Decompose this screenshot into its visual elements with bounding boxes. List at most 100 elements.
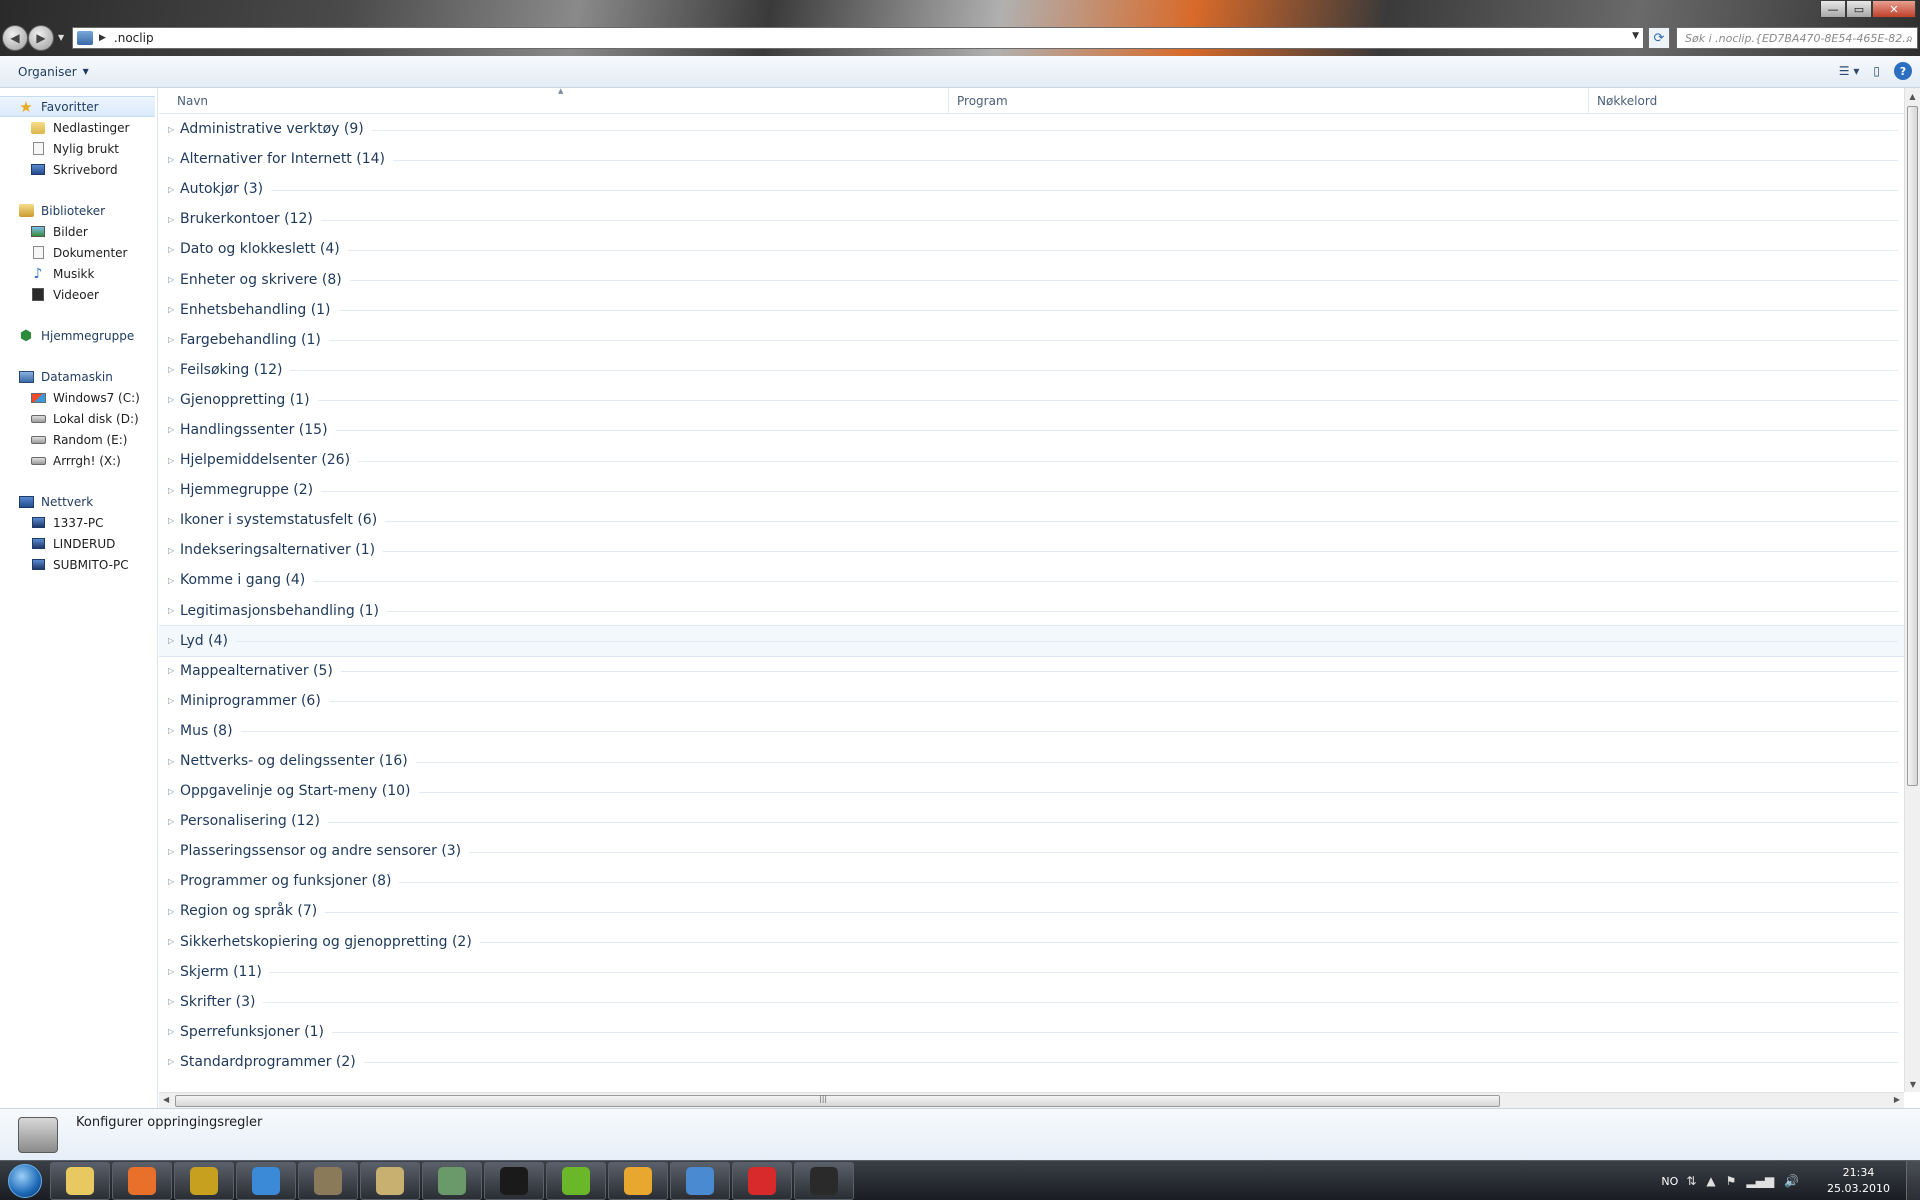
taskbar-app-media[interactable] — [298, 1161, 358, 1200]
sidebar-item-homegroup[interactable]: ⬢ Hjemmegruppe — [0, 325, 157, 346]
close-button[interactable]: ✕ — [1872, 0, 1916, 18]
group-row[interactable]: ▷ Skrifter (3) — [159, 987, 1904, 1017]
address-dropdown-icon[interactable]: ▼ — [1632, 31, 1639, 41]
group-row[interactable]: ▷ Hjemmegruppe (2) — [159, 475, 1904, 505]
forward-button[interactable]: ▶ — [28, 25, 54, 51]
taskbar-app-avira[interactable] — [732, 1161, 792, 1200]
taskbar-app-settings[interactable] — [608, 1161, 668, 1200]
expand-triangle-icon[interactable]: ▷ — [168, 787, 180, 796]
start-button[interactable] — [0, 1161, 50, 1200]
recent-pages-dropdown[interactable]: ▼ — [58, 33, 64, 42]
scroll-left-icon[interactable]: ◀ — [163, 1095, 169, 1104]
group-row[interactable]: ▷ Mus (8) — [159, 716, 1904, 746]
expand-triangle-icon[interactable]: ▷ — [168, 636, 180, 645]
group-row[interactable]: ▷ Feilsøking (12) — [159, 355, 1904, 385]
group-row[interactable]: ▷ Oppgavelinje og Start-meny (10) — [159, 776, 1904, 806]
expand-triangle-icon[interactable]: ▷ — [168, 425, 180, 434]
column-header-keywords[interactable]: Nøkkelord — [1589, 88, 1904, 114]
sidebar-item-downloads[interactable]: Nedlastinger — [0, 117, 157, 138]
taskbar-app-notes[interactable] — [360, 1161, 420, 1200]
sidebar-item-drive-d[interactable]: Lokal disk (D:) — [0, 408, 157, 429]
group-row[interactable]: ▷ Mappealternativer (5) — [159, 656, 1904, 686]
expand-triangle-icon[interactable]: ▷ — [168, 726, 180, 735]
expand-triangle-icon[interactable]: ▷ — [168, 1027, 180, 1036]
group-row[interactable]: ▷ Miniprogrammer (6) — [159, 686, 1904, 716]
group-row[interactable]: ▷ Brukerkontoer (12) — [159, 204, 1904, 234]
maximize-button[interactable]: ▭ — [1846, 0, 1872, 18]
group-row[interactable]: ▷ Alternativer for Internett (14) — [159, 144, 1904, 174]
expand-triangle-icon[interactable]: ▷ — [168, 395, 180, 404]
expand-triangle-icon[interactable]: ▷ — [168, 847, 180, 856]
organise-button[interactable]: Organiser ▼ — [18, 65, 89, 79]
refresh-button[interactable]: ⟳ — [1648, 27, 1670, 49]
expand-triangle-icon[interactable]: ▷ — [168, 275, 180, 284]
sidebar-item-drive-x[interactable]: Arrrgh! (X:) — [0, 450, 157, 471]
expand-triangle-icon[interactable]: ▷ — [168, 696, 180, 705]
group-row[interactable]: ▷ Sperrefunksjoner (1) — [159, 1017, 1904, 1047]
help-icon[interactable]: ? — [1894, 62, 1912, 80]
expand-triangle-icon[interactable]: ▷ — [168, 666, 180, 675]
sidebar-item-drive-c[interactable]: Windows7 (C:) — [0, 387, 157, 408]
group-row[interactable]: ▷ Lyd (4) — [159, 624, 1904, 657]
taskbar-app-messenger[interactable] — [236, 1161, 296, 1200]
taskbar-app-explorer[interactable] — [50, 1161, 110, 1200]
back-button[interactable]: ◀ — [2, 25, 28, 51]
taskbar-app-firefox[interactable] — [112, 1161, 172, 1200]
group-row[interactable]: ▷ Administrative verktøy (9) — [159, 114, 1904, 144]
group-row[interactable]: ▷ Plasseringssensor og andre sensorer (3) — [159, 836, 1904, 866]
expand-triangle-icon[interactable]: ▷ — [168, 606, 180, 615]
sidebar-item-desktop[interactable]: Skrivebord — [0, 159, 157, 180]
expand-triangle-icon[interactable]: ▷ — [168, 456, 180, 465]
column-header-name[interactable]: Navn ▲ — [159, 87, 949, 114]
sidebar-item-submito-pc[interactable]: SUBMITO-PC — [0, 554, 157, 575]
sidebar-item-documents[interactable]: Dokumenter — [0, 242, 157, 263]
expand-triangle-icon[interactable]: ▷ — [168, 877, 180, 886]
preview-pane-icon[interactable]: ▯ — [1873, 64, 1880, 78]
expand-triangle-icon[interactable]: ▷ — [168, 215, 180, 224]
expand-triangle-icon[interactable]: ▷ — [168, 486, 180, 495]
expand-triangle-icon[interactable]: ▷ — [168, 335, 180, 344]
group-row[interactable]: ▷ Legitimasjonsbehandling (1) — [159, 596, 1904, 626]
expand-triangle-icon[interactable]: ▷ — [168, 125, 180, 134]
action-center-flag-icon[interactable]: ⚑ — [1726, 1174, 1737, 1188]
sidebar-item-libraries[interactable]: Biblioteker — [0, 200, 157, 221]
scroll-up-icon[interactable]: ▲ — [1905, 88, 1920, 104]
network-signal-icon[interactable]: ▂▄▆ — [1746, 1174, 1774, 1188]
group-row[interactable]: ▷ Gjenoppretting (1) — [159, 385, 1904, 415]
group-row[interactable]: ▷ Dato og klokkeslett (4) — [159, 234, 1904, 264]
sidebar-item-drive-e[interactable]: Random (E:) — [0, 429, 157, 450]
sidebar-item-linderud[interactable]: LINDERUD — [0, 533, 157, 554]
language-switch-icon[interactable]: ⇅ — [1686, 1174, 1696, 1188]
sidebar-item-favorites[interactable]: ★ Favoritter — [0, 96, 155, 117]
scroll-right-icon[interactable]: ▶ — [1894, 1095, 1900, 1104]
expand-triangle-icon[interactable]: ▷ — [168, 546, 180, 555]
expand-triangle-icon[interactable]: ▷ — [168, 937, 180, 946]
group-row[interactable]: ▷ Ikoner i systemstatusfelt (6) — [159, 505, 1904, 535]
group-row[interactable]: ▷ Indekseringsalternativer (1) — [159, 535, 1904, 565]
group-row[interactable]: ▷ Programmer og funksjoner (8) — [159, 866, 1904, 896]
taskbar-app-users[interactable] — [670, 1161, 730, 1200]
taskbar-app-spotify[interactable] — [546, 1161, 606, 1200]
language-indicator[interactable]: NO — [1661, 1175, 1678, 1188]
group-row[interactable]: ▷ Enheter og skrivere (8) — [159, 264, 1904, 294]
group-row[interactable]: ▷ Autokjør (3) — [159, 174, 1904, 204]
group-row[interactable]: ▷ Skjerm (11) — [159, 957, 1904, 987]
expand-triangle-icon[interactable]: ▷ — [168, 817, 180, 826]
column-header-program[interactable]: Program — [949, 88, 1589, 114]
expand-triangle-icon[interactable]: ▷ — [168, 967, 180, 976]
horizontal-scrollbar[interactable]: ◀ ||| ▶ — [159, 1092, 1904, 1108]
taskbar-app-game[interactable] — [794, 1161, 854, 1200]
expand-triangle-icon[interactable]: ▷ — [168, 1057, 180, 1066]
expand-triangle-icon[interactable]: ▷ — [168, 245, 180, 254]
taskbar-app-gem[interactable] — [422, 1161, 482, 1200]
group-row[interactable]: ▷ Hjelpemiddelsenter (26) — [159, 445, 1904, 475]
view-options-icon[interactable]: ☰ ▾ — [1839, 64, 1860, 78]
group-row[interactable]: ▷ Sikkerhetskopiering og gjenoppretting (… — [159, 927, 1904, 957]
sidebar-item-music[interactable]: ♪ Musikk — [0, 263, 157, 284]
sidebar-item-videos[interactable]: Videoer — [0, 284, 157, 305]
expand-triangle-icon[interactable]: ▷ — [168, 185, 180, 194]
sidebar-item-network[interactable]: Nettverk — [0, 491, 157, 512]
expand-triangle-icon[interactable]: ▷ — [168, 576, 180, 585]
volume-icon[interactable]: 🔊 — [1784, 1174, 1799, 1188]
expand-triangle-icon[interactable]: ▷ — [168, 365, 180, 374]
